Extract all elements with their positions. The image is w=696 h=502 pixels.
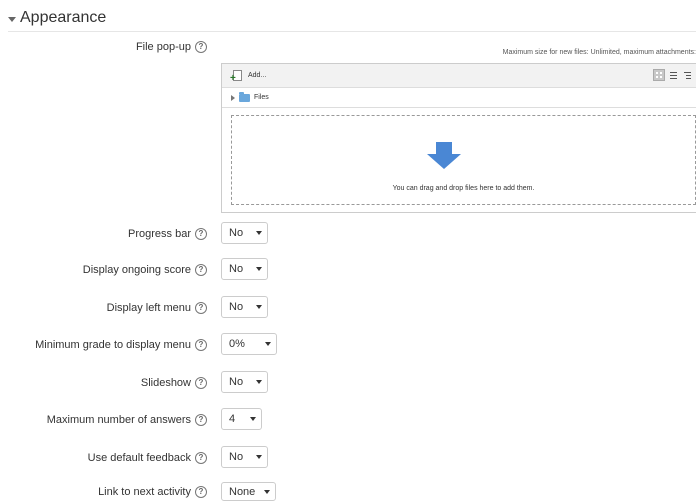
help-icon[interactable]: ?	[195, 414, 207, 426]
view-switcher	[653, 69, 693, 81]
field-row: Link to next activity ? None	[0, 482, 696, 502]
folder-icon	[239, 91, 250, 102]
progress-bar-select[interactable]: No	[221, 222, 268, 244]
section-header-appearance[interactable]: Appearance	[8, 6, 106, 30]
dropdown-arrow-icon	[264, 490, 270, 494]
default-feedback-select[interactable]: No	[221, 446, 268, 468]
expand-arrow-icon	[231, 94, 235, 101]
next-activity-select[interactable]: None	[221, 482, 276, 501]
help-icon[interactable]: ?	[195, 264, 207, 276]
dropdown-arrow-icon	[256, 455, 262, 459]
icon-view-icon[interactable]	[653, 69, 665, 81]
file-picker-toolbar: + Add...	[222, 64, 696, 88]
tree-view-icon[interactable]	[681, 69, 693, 81]
field-label: Minimum grade to display menu ?	[35, 333, 207, 357]
dropdown-arrow-icon	[256, 380, 262, 384]
dropdown-arrow-icon	[256, 267, 262, 271]
field-label: Link to next activity ?	[98, 482, 207, 502]
dropdown-arrow-icon	[256, 305, 262, 309]
file-popup-label: File pop-up ?	[136, 35, 207, 59]
help-icon[interactable]: ?	[195, 452, 207, 464]
field-row: Use default feedback ? No	[0, 446, 696, 470]
drop-arrow-icon	[427, 142, 461, 169]
drop-zone[interactable]: You can drag and drop files here to add …	[231, 115, 696, 205]
collapse-caret-icon[interactable]	[8, 16, 16, 22]
slideshow-select[interactable]: No	[221, 371, 268, 393]
help-icon[interactable]: ?	[195, 302, 207, 314]
path-label: Files	[254, 94, 269, 101]
dropdown-arrow-icon	[265, 342, 271, 346]
field-row: Progress bar ? No	[0, 222, 696, 246]
dropdown-arrow-icon	[256, 231, 262, 235]
help-icon[interactable]: ?	[195, 41, 207, 53]
help-icon[interactable]: ?	[195, 228, 207, 240]
add-file-label: Add...	[248, 72, 267, 79]
file-path-bar[interactable]: Files	[222, 88, 696, 108]
field-row: Maximum number of answers ? 4	[0, 408, 696, 432]
add-file-icon: +	[230, 69, 242, 83]
section-divider	[8, 31, 696, 32]
field-label: Maximum number of answers ?	[47, 408, 207, 432]
drop-hint: You can drag and drop files here to add …	[392, 185, 535, 192]
min-grade-select[interactable]: 0%	[221, 333, 277, 355]
field-label: Progress bar ?	[128, 222, 207, 246]
field-row: Minimum grade to display menu ? 0%	[0, 333, 696, 357]
ongoing-score-select[interactable]: No	[221, 258, 268, 280]
field-label: Display left menu ?	[107, 296, 207, 320]
list-view-icon[interactable]	[667, 69, 679, 81]
file-picker: + Add... Files You can drag and drop fil…	[221, 63, 696, 213]
help-icon[interactable]: ?	[195, 339, 207, 351]
field-row: Slideshow ? No	[0, 371, 696, 395]
help-icon[interactable]: ?	[195, 377, 207, 389]
field-row: Display left menu ? No	[0, 296, 696, 320]
field-label: Display ongoing score ?	[83, 258, 207, 282]
help-icon[interactable]: ?	[195, 486, 207, 498]
max-answers-select[interactable]: 4	[221, 408, 262, 430]
field-label: Slideshow ?	[141, 371, 207, 395]
section-title: Appearance	[20, 9, 107, 26]
field-label: Use default feedback ?	[88, 446, 207, 470]
add-file-button[interactable]: + Add...	[230, 69, 267, 83]
field-row: Display ongoing score ? No	[0, 258, 696, 282]
left-menu-select[interactable]: No	[221, 296, 268, 318]
max-size-note: Maximum size for new files: Unlimited, m…	[502, 49, 696, 56]
dropdown-arrow-icon	[250, 417, 256, 421]
